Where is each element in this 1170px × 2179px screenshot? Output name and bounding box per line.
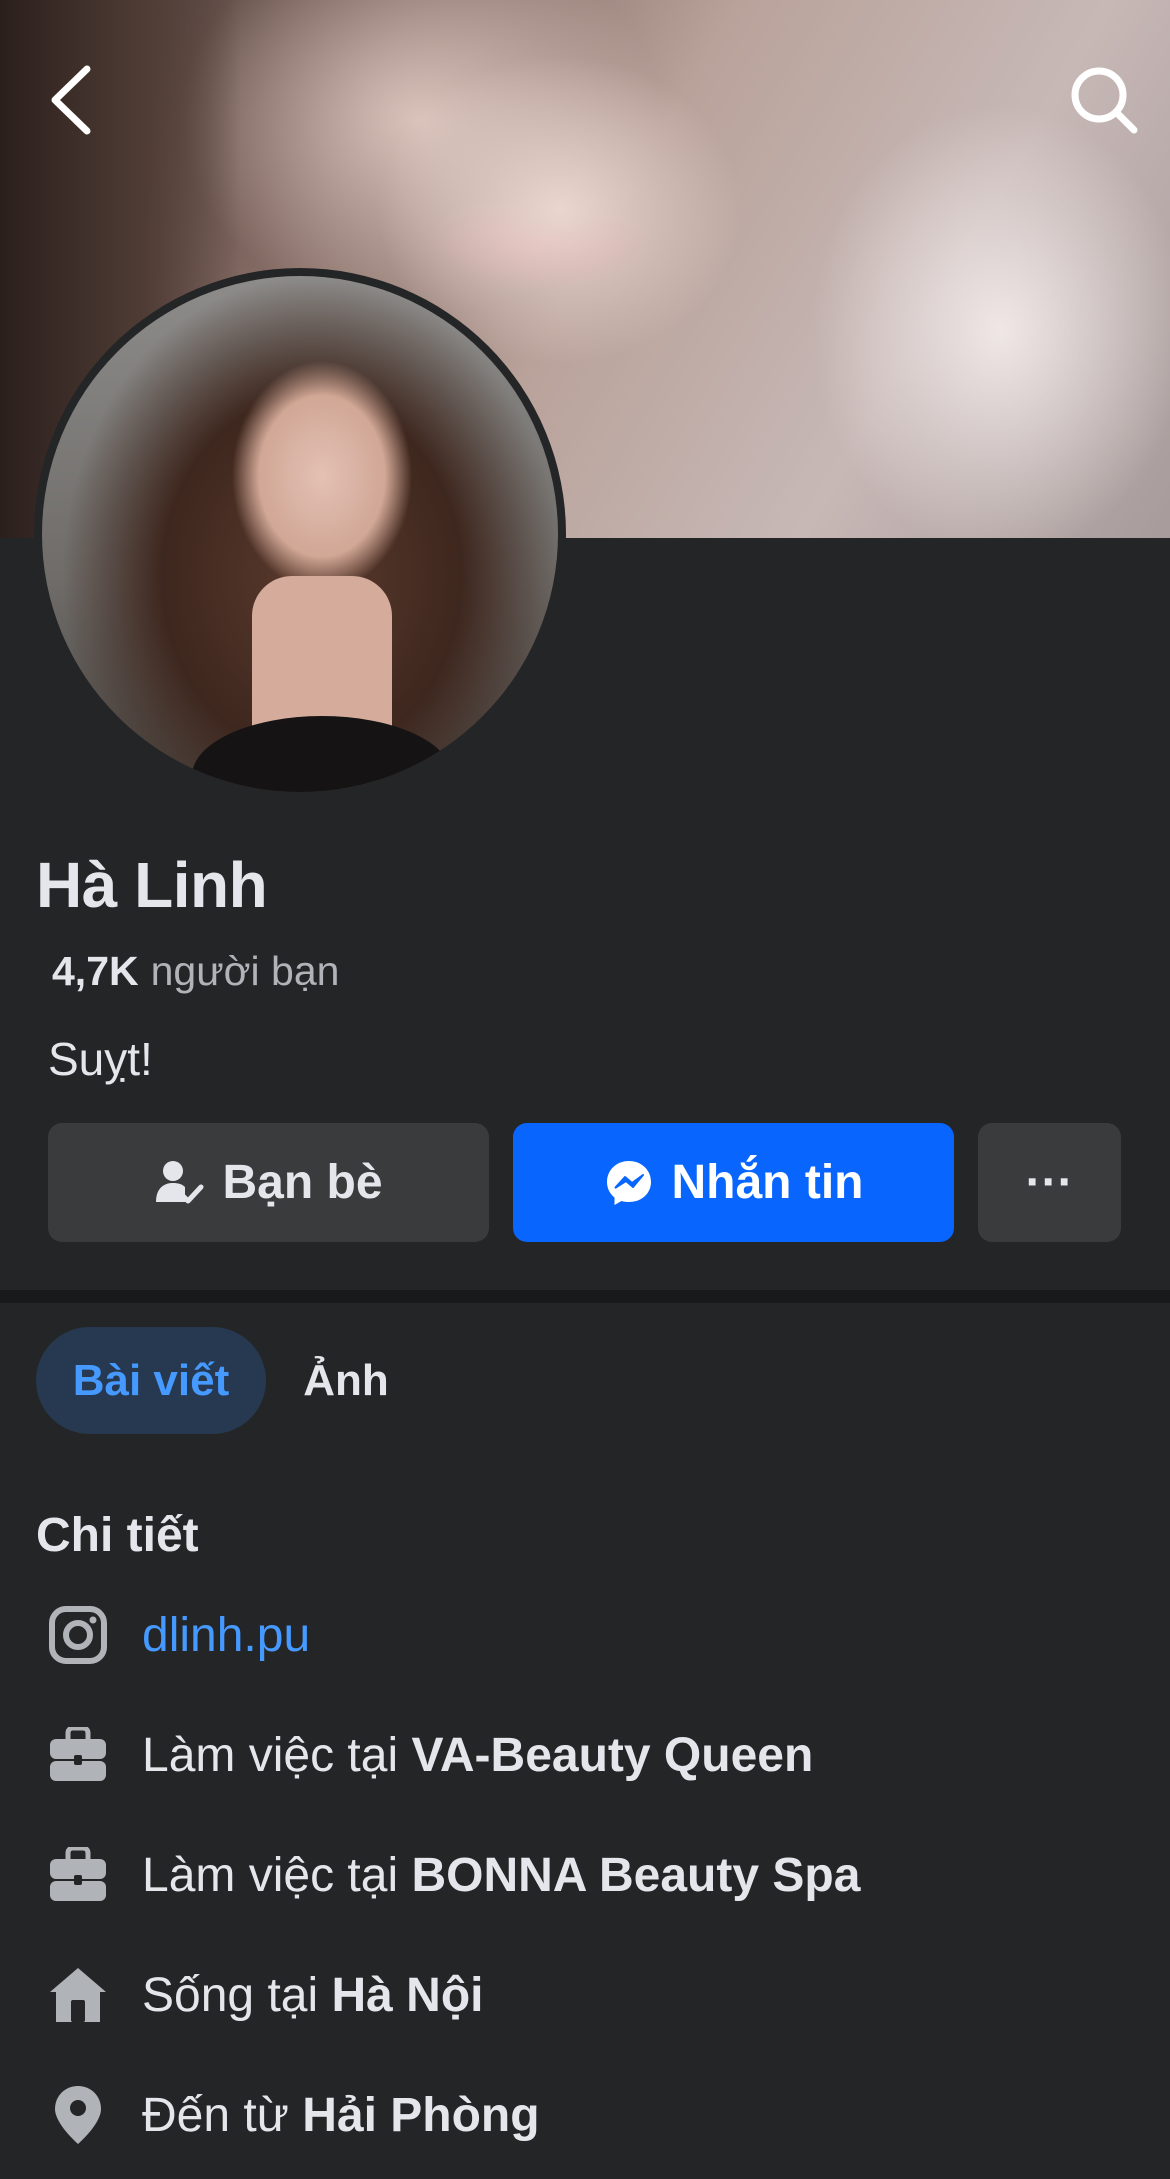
location-pin-icon (38, 2075, 118, 2155)
back-button[interactable] (30, 58, 114, 142)
tab-photos[interactable]: Ảnh (286, 1327, 406, 1434)
detail-lives-in: Sống tại Hà Nội (0, 1950, 1170, 2040)
message-button-label: Nhắn tin (671, 1156, 864, 1209)
search-icon (1071, 67, 1138, 134)
tab-posts[interactable]: Bài viết (36, 1327, 266, 1434)
friends-count: 4,7K (52, 948, 139, 994)
lives-prefix: Sống tại (142, 1968, 332, 2022)
friends-button-label: Bạn bè (222, 1156, 383, 1209)
lives-place[interactable]: Hà Nội (331, 1969, 483, 2022)
instagram-link[interactable]: dlinh.pu (142, 1609, 310, 1662)
from-place[interactable]: Hải Phòng (302, 2089, 539, 2142)
home-icon (38, 1955, 118, 2035)
work-prefix: Làm việc tại (142, 1848, 412, 1902)
search-button[interactable] (1062, 58, 1146, 142)
friend-check-icon (156, 1160, 204, 1203)
more-icon: ··· (1025, 1156, 1074, 1209)
work-prefix: Làm việc tại (142, 1728, 412, 1782)
friends-label: người bạn (150, 948, 340, 994)
messenger-icon (606, 1160, 651, 1205)
profile-bio: Suỵt! (48, 1033, 153, 1085)
details-heading: Chi tiết (36, 1509, 199, 1562)
detail-instagram[interactable]: dlinh.pu (0, 1590, 1170, 1680)
instagram-icon (38, 1595, 118, 1675)
chevron-left-icon (51, 65, 91, 135)
message-button[interactable]: Nhắn tin (513, 1123, 954, 1242)
detail-work-2: Làm việc tại BONNA Beauty Spa (0, 1830, 1170, 1920)
detail-from: Đến từ Hải Phòng (0, 2070, 1170, 2160)
avatar-image (42, 276, 558, 792)
from-prefix: Đến từ (142, 2088, 303, 2142)
more-options-button[interactable]: ··· (978, 1123, 1121, 1242)
detail-work-1: Làm việc tại VA-Beauty Queen (0, 1710, 1170, 1800)
work-place[interactable]: VA-Beauty Queen (411, 1729, 813, 1782)
friends-button[interactable]: Bạn bè (48, 1123, 489, 1242)
briefcase-icon (38, 1715, 118, 1795)
section-divider (0, 1290, 1170, 1303)
friends-count-line[interactable]: 4,7K người bạn (52, 948, 339, 995)
work-place[interactable]: BONNA Beauty Spa (411, 1849, 860, 1902)
profile-avatar[interactable] (34, 268, 566, 800)
profile-name: Hà Linh (36, 849, 268, 921)
briefcase-icon (38, 1835, 118, 1915)
